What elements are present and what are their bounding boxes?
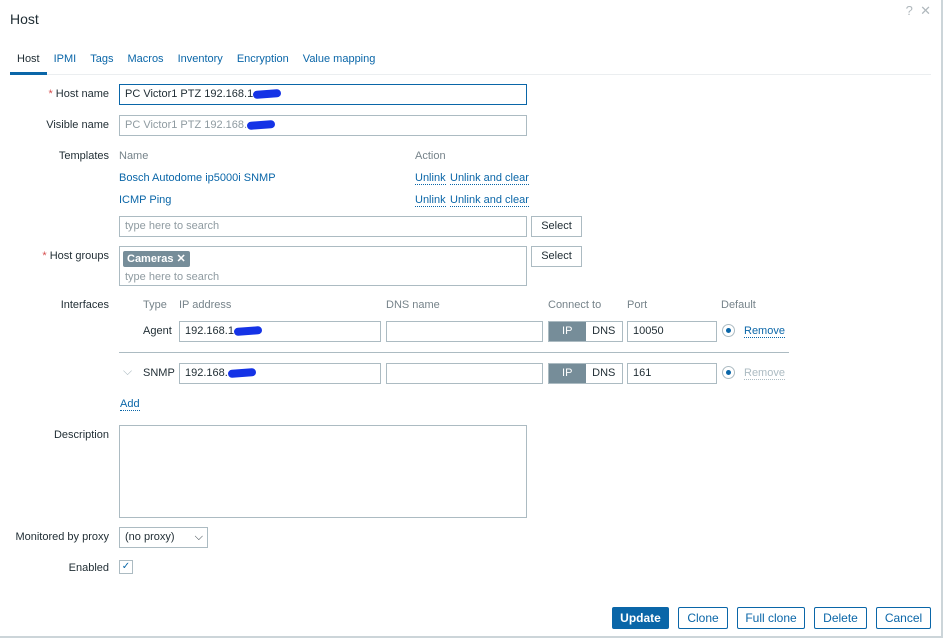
iface-default-radio[interactable] [722, 366, 735, 379]
iface-col-connect: Connect to [548, 299, 602, 311]
delete-button[interactable]: Delete [814, 607, 867, 629]
tab-bar: Host IPMI Tags Macros Inventory Encryption Val… [10, 52, 931, 75]
description-label: Description [53, 429, 109, 441]
clone-button[interactable]: Clone [678, 607, 728, 629]
iface-col-default: Default [721, 299, 756, 311]
template-link[interactable]: Bosch Autodome ip5000i SNMP [119, 172, 276, 184]
iface-remove-button[interactable]: Remove [744, 367, 785, 380]
host-groups-select-button[interactable]: Select [531, 246, 582, 267]
chevron-down-icon[interactable]: ⌵ [123, 364, 132, 379]
iface-port-input[interactable]: 10050 [627, 321, 717, 342]
host-name-label: * Host name [48, 88, 109, 100]
chevron-down-icon: ⌵ [194, 531, 203, 543]
template-select-button[interactable]: Select [531, 216, 582, 237]
interfaces-label: Interfaces [60, 299, 109, 311]
iface-col-ip: IP address [179, 299, 232, 311]
remove-tag-icon[interactable]: ✕ [177, 253, 186, 265]
unlink-clear-button[interactable]: Unlink and clear [450, 194, 529, 207]
tab-macros[interactable]: Macros [121, 52, 171, 75]
iface-connect-toggle[interactable]: IP DNS [548, 363, 623, 384]
iface-dns-input[interactable] [386, 321, 543, 342]
enabled-label: Enabled [68, 562, 109, 574]
template-search-input[interactable]: type here to search [119, 216, 527, 237]
iface-ip-input[interactable]: 192.168.1 [179, 321, 381, 342]
tab-host[interactable]: Host [10, 52, 47, 75]
iface-ip-input[interactable]: 192.168. [179, 363, 381, 384]
host-groups-input[interactable]: Cameras ✕ type here to search [119, 246, 527, 286]
templates-col-action: Action [415, 150, 446, 162]
dialog-header-icons: ? ✕ [906, 3, 931, 19]
iface-port-input[interactable]: 161 [627, 363, 717, 384]
tab-tags[interactable]: Tags [83, 52, 120, 75]
update-button[interactable]: Update [612, 607, 669, 629]
visible-name-label: Visible name [46, 119, 109, 131]
iface-col-dns: DNS name [386, 299, 440, 311]
tab-value-mapping[interactable]: Value mapping [296, 52, 383, 75]
iface-type: Agent [143, 325, 172, 337]
dialog-title: Host [10, 11, 39, 27]
full-clone-button[interactable]: Full clone [737, 607, 805, 629]
host-name-input[interactable]: PC Victor1 PTZ 192.168.1 [119, 84, 527, 105]
unlink-button[interactable]: Unlink [415, 172, 446, 185]
host-groups-search-placeholder: type here to search [125, 271, 220, 283]
template-link[interactable]: ICMP Ping [119, 194, 171, 206]
help-icon[interactable]: ? [906, 3, 913, 18]
tab-encryption[interactable]: Encryption [230, 52, 296, 75]
visible-name-input[interactable]: PC Victor1 PTZ 192.168. [119, 115, 527, 136]
unlink-clear-button[interactable]: Unlink and clear [450, 172, 529, 185]
host-group-tag: Cameras ✕ [123, 251, 190, 267]
templates-label: Templates [58, 150, 109, 162]
host-groups-label: * Host groups [42, 250, 109, 262]
iface-dns-input[interactable] [386, 363, 543, 384]
proxy-label: Monitored by proxy [15, 531, 109, 543]
cancel-button[interactable]: Cancel [876, 607, 931, 629]
tab-ipmi[interactable]: IPMI [47, 52, 84, 75]
iface-default-radio[interactable] [722, 324, 735, 337]
iface-col-port: Port [627, 299, 648, 311]
iface-type: SNMP [143, 367, 175, 379]
unlink-button[interactable]: Unlink [415, 194, 446, 207]
add-interface-link[interactable]: Add [120, 398, 140, 411]
iface-remove-button[interactable]: Remove [744, 325, 785, 338]
enabled-checkbox[interactable]: ✓ [119, 560, 133, 574]
description-textarea[interactable] [119, 425, 527, 518]
iface-col-type: Type [143, 299, 167, 311]
templates-col-name: Name [119, 150, 149, 162]
iface-connect-toggle[interactable]: IP DNS [548, 321, 623, 342]
close-icon[interactable]: ✕ [920, 3, 931, 18]
tab-inventory[interactable]: Inventory [171, 52, 230, 75]
proxy-select[interactable]: (no proxy) ⌵ [119, 527, 208, 548]
interface-divider [119, 352, 789, 353]
